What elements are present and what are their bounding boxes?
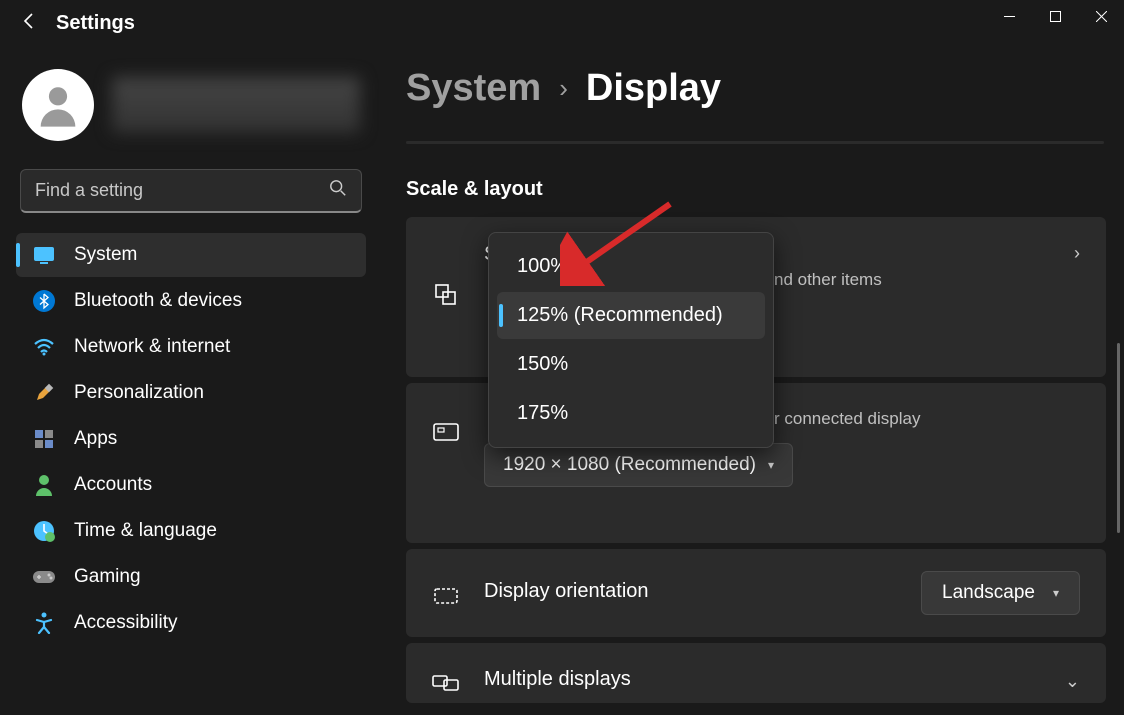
nav-list: System Bluetooth & devices Network & int… — [16, 233, 366, 645]
scale-option-125[interactable]: 125% (Recommended) — [497, 292, 765, 339]
multi-displays-icon — [432, 669, 460, 697]
section-header: Scale & layout — [406, 178, 1106, 201]
sidebar-item-accounts[interactable]: Accounts — [16, 463, 366, 507]
chevron-right-icon: › — [559, 73, 568, 104]
orientation-select[interactable]: Landscape ▾ — [921, 571, 1080, 615]
breadcrumb-parent[interactable]: System — [406, 67, 541, 110]
sidebar-item-network[interactable]: Network & internet — [16, 325, 366, 369]
gamepad-icon — [32, 565, 56, 589]
search-icon — [329, 179, 347, 202]
person-icon — [32, 473, 56, 497]
maximize-button[interactable] — [1032, 0, 1078, 32]
chevron-down-icon: ▾ — [1053, 586, 1059, 600]
resolution-select[interactable]: 1920 × 1080 (Recommended) ▾ — [484, 443, 793, 487]
clock-globe-icon — [32, 519, 56, 543]
multi-title: Multiple displays — [484, 668, 1041, 691]
apps-icon — [32, 427, 56, 451]
sidebar-item-label: Accounts — [74, 474, 152, 496]
sidebar-item-gaming[interactable]: Gaming — [16, 555, 366, 599]
sidebar-item-personalization[interactable]: Personalization — [16, 371, 366, 415]
close-button[interactable] — [1078, 0, 1124, 32]
chevron-down-icon[interactable]: ⌄ — [1065, 671, 1080, 692]
sidebar-item-label: Time & language — [74, 520, 217, 542]
paintbrush-icon — [32, 381, 56, 405]
avatar — [22, 69, 94, 141]
orientation-icon — [432, 581, 460, 609]
resolution-icon — [432, 419, 460, 447]
profile-name-blurred — [112, 77, 360, 133]
wifi-icon — [32, 335, 56, 359]
scrollbar[interactable] — [1117, 343, 1120, 533]
orientation-value: Landscape — [942, 582, 1035, 604]
sidebar-item-label: Apps — [74, 428, 117, 450]
sidebar-item-system[interactable]: System — [16, 233, 366, 277]
divider — [406, 141, 1104, 144]
sidebar-item-label: Accessibility — [74, 612, 177, 634]
sidebar-item-bluetooth[interactable]: Bluetooth & devices — [16, 279, 366, 323]
sidebar-item-time-language[interactable]: Time & language — [16, 509, 366, 553]
scale-option-100[interactable]: 100% — [497, 243, 765, 290]
chevron-down-icon: ▾ — [768, 458, 774, 472]
sidebar-item-apps[interactable]: Apps — [16, 417, 366, 461]
sidebar-item-label: Personalization — [74, 382, 204, 404]
display-icon — [32, 243, 56, 267]
scale-option-150[interactable]: 150% — [497, 341, 765, 388]
search-input[interactable] — [35, 180, 329, 201]
sidebar-item-label: Bluetooth & devices — [74, 290, 242, 312]
chevron-right-icon[interactable]: › — [1074, 243, 1080, 264]
resolution-value: 1920 × 1080 (Recommended) — [503, 454, 756, 476]
app-title: Settings — [56, 12, 135, 35]
back-button[interactable] — [20, 12, 38, 35]
scale-icon — [432, 281, 460, 309]
multiple-displays-card[interactable]: Multiple displays ⌄ — [406, 643, 1106, 703]
orientation-card[interactable]: Display orientation Landscape ▾ — [406, 549, 1106, 637]
scale-dropdown: 100% 125% (Recommended) 150% 175% — [488, 232, 774, 448]
bluetooth-icon — [32, 289, 56, 313]
accessibility-icon — [32, 611, 56, 635]
sidebar: System Bluetooth & devices Network & int… — [0, 43, 378, 714]
sidebar-item-label: Gaming — [74, 566, 141, 588]
scale-option-175[interactable]: 175% — [497, 390, 765, 437]
sidebar-item-label: Network & internet — [74, 336, 230, 358]
breadcrumb-current: Display — [586, 67, 721, 110]
titlebar: Settings — [0, 0, 1124, 43]
search-box[interactable] — [20, 169, 362, 213]
sidebar-item-accessibility[interactable]: Accessibility — [16, 601, 366, 645]
breadcrumb: System › Display — [406, 67, 1106, 110]
orientation-title: Display orientation — [484, 580, 897, 603]
profile-block[interactable] — [16, 63, 366, 159]
window-controls — [986, 0, 1124, 32]
minimize-button[interactable] — [986, 0, 1032, 32]
sidebar-item-label: System — [74, 244, 137, 266]
